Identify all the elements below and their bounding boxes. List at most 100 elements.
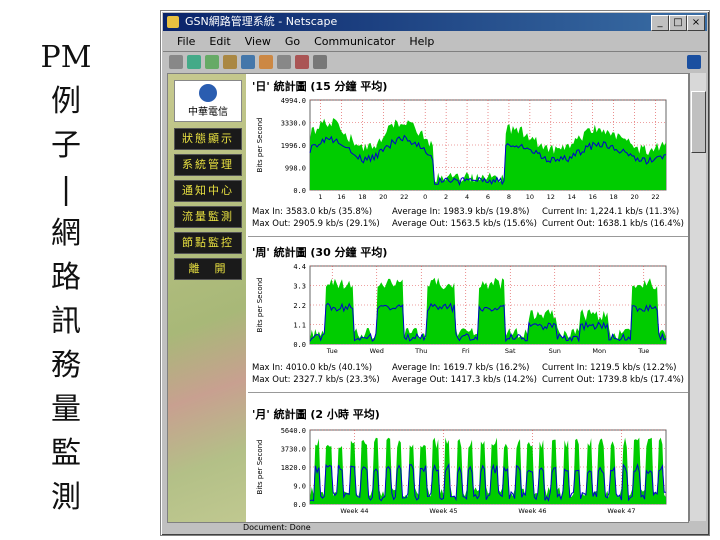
menu-go[interactable]: Go <box>285 35 300 48</box>
weekly-graph-title: '周' 統計圖 (30 分鐘 平均) <box>252 246 388 259</box>
slide-title-char: 測 <box>51 480 81 515</box>
y-tick-label: 9.0 <box>293 483 306 491</box>
x-tick-label: 16 <box>337 193 345 201</box>
stat-avg_out: Average Out: 1563.5 kb/s (15.6%) <box>392 219 537 229</box>
monthly-graph-title: '月' 統計圖 (2 小時 平均) <box>252 408 380 421</box>
menu-communicator[interactable]: Communicator <box>314 35 395 48</box>
maximize-button[interactable]: □ <box>669 15 687 31</box>
slide-title-char: | <box>60 172 72 207</box>
slide-title-char: 監 <box>51 436 81 471</box>
netscape-icon <box>167 16 179 28</box>
sidebar-item-4[interactable]: 節點監控 <box>174 232 242 254</box>
stat-cur_out: Current Out: 1638.1 kb/s (16.4%) <box>542 219 684 229</box>
x-tick-label: 12 <box>547 193 555 201</box>
stat-cur_in: Current In: 1,224.1 kb/s (11.3%) <box>542 207 680 217</box>
slide-title-char: 網 <box>51 216 81 251</box>
vertical-scrollbar[interactable] <box>689 73 706 521</box>
x-tick-label: 0 <box>423 193 427 201</box>
x-tick-label: 20 <box>379 193 387 201</box>
logo-icon <box>199 84 217 102</box>
window-title: GSN網路管理系統 - Netscape <box>185 15 338 28</box>
slide-title-char: 子 <box>51 128 81 163</box>
x-tick-label: Thu <box>414 347 427 355</box>
menu-help[interactable]: Help <box>409 35 434 48</box>
y-tick-label: 0.0 <box>293 501 306 509</box>
daily-graph-title: '日' 統計圖 (15 分鐘 平均) <box>252 80 388 93</box>
logo-text: 中華電信 <box>188 107 228 118</box>
logo: 中華電信 <box>174 80 242 122</box>
stat-avg_in: Average In: 1983.9 kb/s (19.8%) <box>392 207 530 217</box>
reload-icon[interactable] <box>205 55 219 69</box>
left-frame: 中華電信 狀態顯示系統管理通知中心流量監測節點監控離 開 <box>168 74 246 522</box>
divider <box>248 392 688 393</box>
slide-title-char: PM <box>40 40 92 75</box>
x-tick-label: Week 47 <box>607 507 635 515</box>
y-tick-label: 5640.0 <box>281 427 306 435</box>
y-tick-label: 3330.0 <box>281 120 306 128</box>
y-axis-label: Bits per Second <box>256 278 264 333</box>
netscape-guide-icon[interactable] <box>259 55 273 69</box>
print-icon[interactable] <box>277 55 291 69</box>
main-frame: '日' 統計圖 (15 分鐘 平均) Bits per Second 4994.0… <box>248 74 688 522</box>
throbber-icon <box>687 55 701 69</box>
y-tick-label: 3.3 <box>293 283 306 291</box>
weekly-traffic-chart: Bits per Second 4.4 3.3 2.2 1.1 0.0 Tue Wed Thu F… <box>256 263 667 355</box>
slide-title-char: 訊 <box>51 304 81 339</box>
daily-traffic-chart: Bits per Second 4994.0 3330.0 1996.0 998.0 0.… <box>256 97 667 201</box>
menu-file[interactable]: File <box>177 35 195 48</box>
x-tick-label: Mon <box>592 347 606 355</box>
search-icon[interactable] <box>241 55 255 69</box>
y-tick-label: 1.1 <box>293 322 306 330</box>
y-tick-label: 0.0 <box>293 187 306 195</box>
divider <box>248 236 688 237</box>
x-tick-label: Tue <box>326 347 338 355</box>
menu-edit[interactable]: Edit <box>209 35 230 48</box>
y-axis-label: Bits per Second <box>256 440 264 495</box>
slide-title-char: 務 <box>51 348 81 383</box>
sidebar-item-3[interactable]: 流量監測 <box>174 206 242 228</box>
status-text: Document: Done <box>243 523 311 532</box>
x-tick-label: 10 <box>526 193 534 201</box>
sidebar-item-0[interactable]: 狀態顯示 <box>174 128 242 150</box>
x-tick-label: Tue <box>637 347 649 355</box>
x-tick-label: Week 45 <box>429 507 457 515</box>
x-tick-label: 22 <box>651 193 659 201</box>
back-icon[interactable] <box>169 55 183 69</box>
x-tick-label: 14 <box>568 193 576 201</box>
y-tick-label: 3730.0 <box>281 446 306 454</box>
y-tick-label: 4994.0 <box>281 97 306 105</box>
forward-icon[interactable] <box>187 55 201 69</box>
y-tick-label: 1996.0 <box>281 142 306 150</box>
x-tick-label: 4 <box>465 193 469 201</box>
scroll-thumb[interactable] <box>691 91 706 153</box>
x-tick-label: 8 <box>507 193 511 201</box>
stat-max_out: Max Out: 2327.7 kb/s (23.3%) <box>252 375 380 385</box>
monthly-traffic-chart: Bits per Second 5640.0 3730.0 1820.0 9.0 0.0 W… <box>256 427 667 515</box>
stat-max_in: Max In: 3583.0 kb/s (35.8%) <box>252 207 373 217</box>
x-tick-label: Week 44 <box>340 507 368 515</box>
security-icon[interactable] <box>295 55 309 69</box>
stat-cur_out: Current Out: 1739.8 kb/s (17.4%) <box>542 375 684 385</box>
x-tick-label: 1 <box>318 193 322 201</box>
stop-icon[interactable] <box>313 55 327 69</box>
stat-cur_in: Current In: 1219.5 kb/s (12.2%) <box>542 363 677 373</box>
x-tick-label: Week 46 <box>518 507 546 515</box>
y-tick-label: 1820.0 <box>281 464 306 472</box>
x-tick-label: Sat <box>505 347 516 355</box>
title-bar: GSN網路管理系統 - Netscape _ □ × <box>163 13 707 31</box>
slide-title-char: 路 <box>51 260 81 295</box>
minimize-button[interactable]: _ <box>651 15 669 31</box>
stat-max_in: Max In: 4010.0 kb/s (40.1%) <box>252 363 373 373</box>
menu-bar: File Edit View Go Communicator Help <box>163 33 707 51</box>
sidebar-item-5[interactable]: 離 開 <box>174 258 242 280</box>
x-tick-label: 20 <box>630 193 638 201</box>
sidebar-item-2[interactable]: 通知中心 <box>174 180 242 202</box>
x-tick-label: Sun <box>549 347 561 355</box>
menu-view[interactable]: View <box>245 35 271 48</box>
y-tick-label: 998.0 <box>285 165 306 173</box>
y-tick-label: 4.4 <box>293 263 306 271</box>
home-icon[interactable] <box>223 55 237 69</box>
sidebar-item-1[interactable]: 系統管理 <box>174 154 242 176</box>
stat-avg_in: Average In: 1619.7 kb/s (16.2%) <box>392 363 530 373</box>
close-button[interactable]: × <box>687 15 705 31</box>
